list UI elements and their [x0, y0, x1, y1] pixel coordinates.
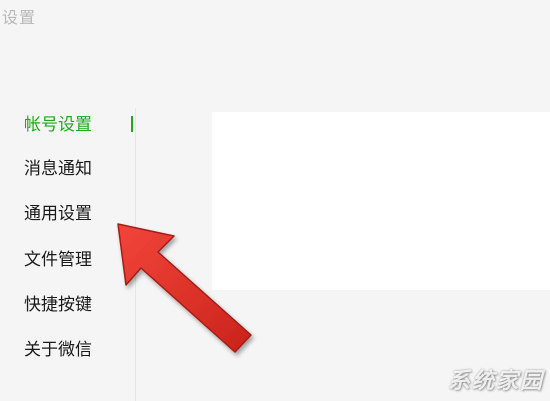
window-title: 设置: [2, 8, 37, 27]
sidebar-divider: [135, 108, 136, 401]
settings-content-panel: [212, 112, 550, 290]
sidebar-item-shortcuts[interactable]: 快捷按键: [24, 290, 92, 320]
sidebar-item-notifications[interactable]: 消息通知: [24, 154, 92, 184]
sidebar-item-about[interactable]: 关于微信: [24, 335, 92, 365]
sidebar-item-general[interactable]: 通用设置: [24, 199, 92, 229]
watermark: 系统家园: [447, 369, 544, 394]
active-indicator: [131, 116, 133, 132]
sidebar-item-account[interactable]: 帐号设置: [24, 110, 92, 140]
sidebar-item-file-management[interactable]: 文件管理: [24, 245, 92, 275]
